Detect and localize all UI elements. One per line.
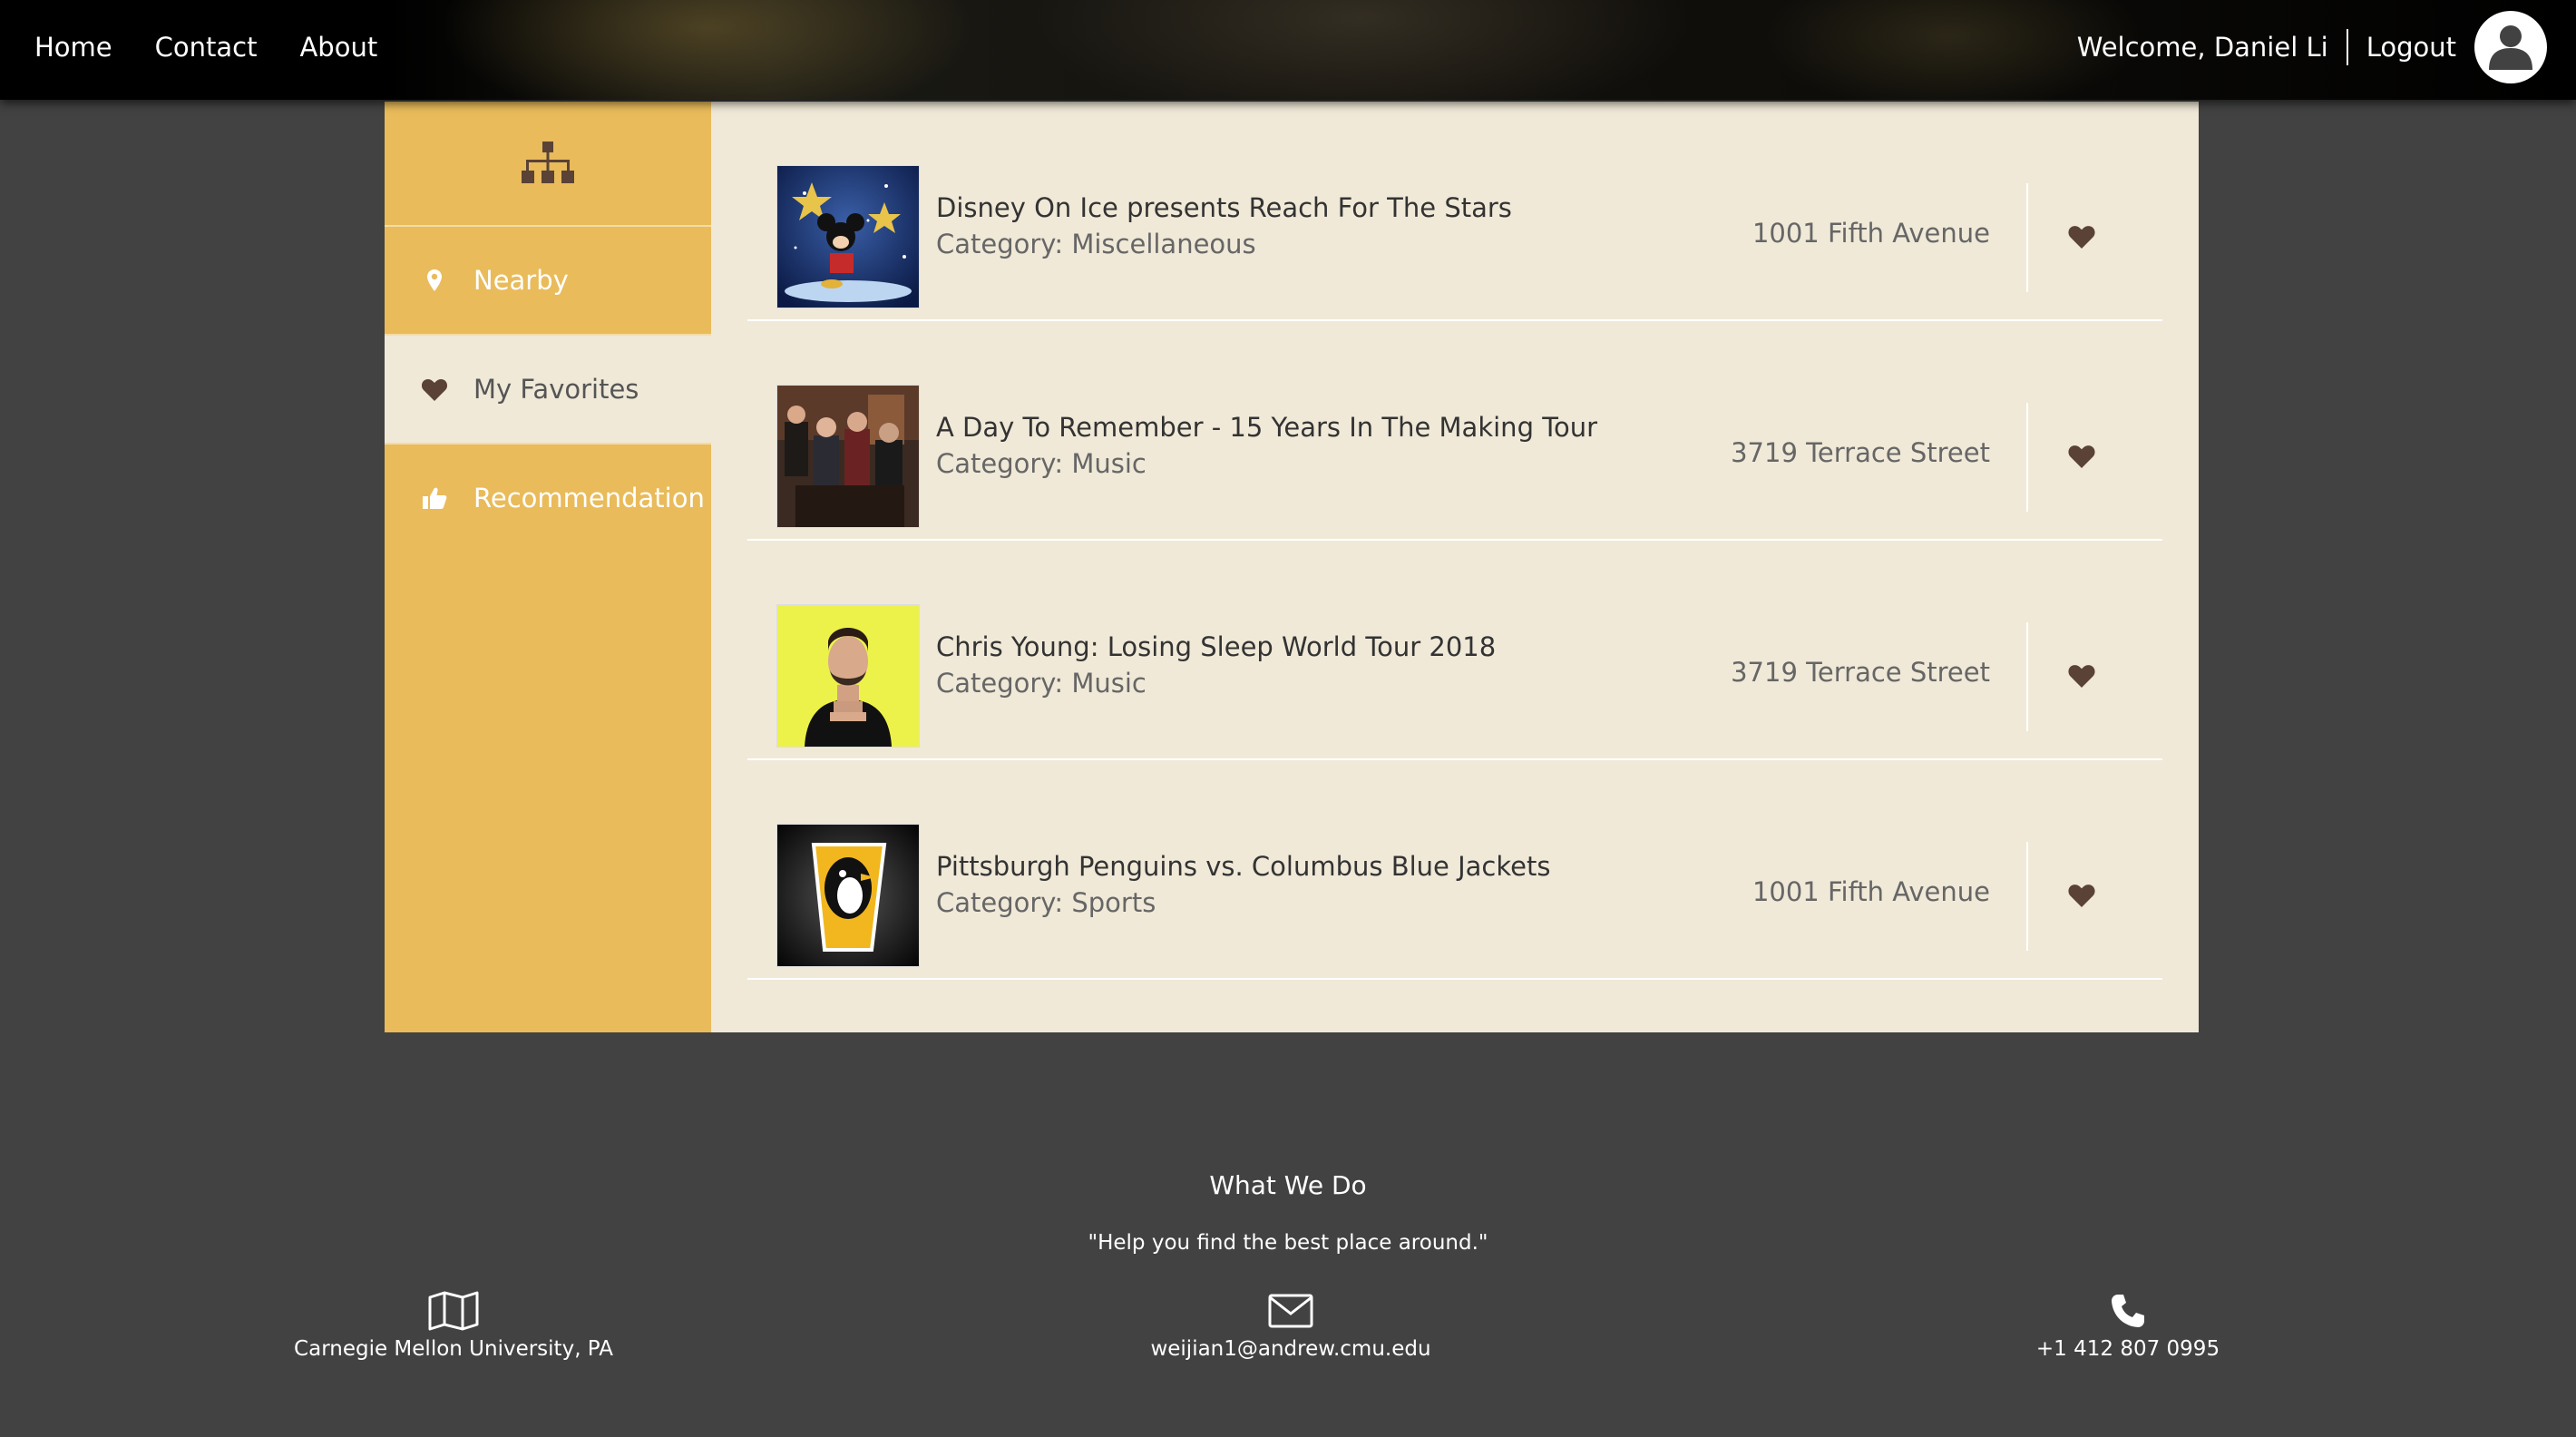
user-icon xyxy=(2489,25,2532,70)
item-address: 3719 Terrace Street xyxy=(1731,657,1990,688)
item-category: Category: Music xyxy=(936,668,1147,699)
item-divider xyxy=(2026,842,2028,951)
logout-link[interactable]: Logout xyxy=(2366,32,2456,63)
footer-title: What We Do xyxy=(1209,1170,1367,1200)
footer-phone: +1 412 807 0995 xyxy=(1856,1288,2400,1361)
footer-quote: "Help you find the best place around." xyxy=(1088,1231,1488,1255)
favorite-button[interactable] xyxy=(2066,443,2097,470)
sidebar-item-recommendation[interactable]: Recommendation xyxy=(385,445,711,552)
item-address: 1001 Fifth Avenue xyxy=(1751,218,1990,249)
footer-email: weijian1@andrew.cmu.edu xyxy=(1019,1288,1563,1361)
item-category: Category: Miscellaneous xyxy=(936,229,1256,259)
footer-email-link[interactable]: weijian1@andrew.cmu.edu xyxy=(1019,1337,1563,1361)
item-divider xyxy=(2026,403,2028,512)
list-item: Disney On Ice presents Reach For The Sta… xyxy=(747,102,2162,321)
item-image[interactable] xyxy=(776,604,920,748)
item-divider xyxy=(2026,622,2028,731)
heart-icon xyxy=(2068,226,2095,249)
nav-about-link[interactable]: About xyxy=(299,32,377,63)
heart-icon xyxy=(419,377,450,402)
phone-icon xyxy=(2112,1295,2144,1327)
sitemap-icon xyxy=(522,142,574,183)
user-avatar[interactable] xyxy=(2474,11,2547,83)
item-address: 3719 Terrace Street xyxy=(1731,437,1990,468)
nav-contact-link[interactable]: Contact xyxy=(155,32,258,63)
list-item: Chris Young: Losing Sleep World Tour 201… xyxy=(747,541,2162,760)
user-area: Welcome, Daniel Li Logout xyxy=(2077,0,2547,94)
heart-icon xyxy=(2068,445,2095,468)
item-category: Category: Sports xyxy=(936,887,1156,918)
item-title[interactable]: Chris Young: Losing Sleep World Tour 201… xyxy=(936,631,1496,662)
heart-icon xyxy=(2068,885,2095,907)
sidebar-item-label: Recommendation xyxy=(473,483,705,513)
item-image[interactable] xyxy=(776,824,920,967)
sidebar-item-nearby[interactable]: Nearby xyxy=(385,227,711,336)
favorite-button[interactable] xyxy=(2066,662,2097,689)
footer-phone-text: +1 412 807 0995 xyxy=(2035,1337,2220,1361)
heart-icon xyxy=(2068,665,2095,688)
item-address: 1001 Fifth Avenue xyxy=(1751,876,1990,907)
item-title[interactable]: Disney On Ice presents Reach For The Sta… xyxy=(936,192,1512,223)
favorite-button[interactable] xyxy=(2066,223,2097,250)
favorite-button[interactable] xyxy=(2066,882,2097,909)
top-navbar: Home Contact About Welcome, Daniel Li Lo… xyxy=(0,0,2576,100)
nav-links: Home Contact About xyxy=(34,0,377,94)
item-divider xyxy=(2026,183,2028,292)
sidebar-item-label: My Favorites xyxy=(473,374,639,405)
item-list: Disney On Ice presents Reach For The Sta… xyxy=(711,102,2199,1032)
sidebar-header xyxy=(385,102,711,227)
list-item: Pittsburgh Penguins vs. Columbus Blue Ja… xyxy=(747,760,2162,980)
footer-location: Carnegie Mellon University, PA xyxy=(181,1288,726,1361)
map-marker-icon xyxy=(419,269,450,292)
map-icon xyxy=(428,1291,479,1331)
item-image[interactable] xyxy=(776,165,920,308)
item-image[interactable] xyxy=(776,385,920,528)
item-title[interactable]: Pittsburgh Penguins vs. Columbus Blue Ja… xyxy=(936,851,1550,882)
item-title[interactable]: A Day To Remember - 15 Years In The Maki… xyxy=(936,412,1597,443)
nav-home-link[interactable]: Home xyxy=(34,32,112,63)
footer-location-text: Carnegie Mellon University, PA xyxy=(294,1337,613,1361)
sidebar-item-label: Nearby xyxy=(473,265,569,296)
nav-divider xyxy=(2346,29,2348,65)
thumbs-up-icon xyxy=(419,486,450,510)
welcome-text: Welcome, Daniel Li xyxy=(2076,32,2328,63)
envelope-icon xyxy=(1268,1294,1313,1328)
sidebar: Nearby My Favorites Recommendation xyxy=(385,102,711,1032)
item-category: Category: Music xyxy=(936,448,1147,479)
list-item: A Day To Remember - 15 Years In The Maki… xyxy=(747,321,2162,541)
sidebar-item-my-favorites[interactable]: My Favorites xyxy=(385,336,711,445)
